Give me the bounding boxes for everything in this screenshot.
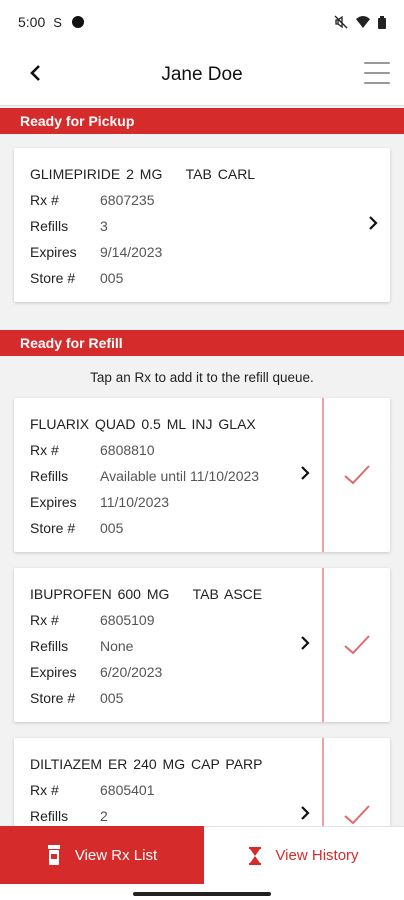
- view-history-label: View History: [275, 847, 359, 864]
- expires-value: 11/10/2023: [100, 494, 170, 510]
- menu-icon[interactable]: [364, 62, 390, 84]
- rx-number-row: Rx # 6805109: [30, 612, 155, 628]
- expires-value: 6/20/2023: [100, 664, 163, 680]
- expires-label: Expires: [30, 494, 77, 510]
- refills-value: None: [100, 638, 134, 654]
- expires-row: Expires 6/20/2023: [30, 664, 162, 680]
- refills-label: Refills: [30, 638, 69, 654]
- rx-content[interactable]: Ready for Pickup GLIMEPIRIDE 2 MG TAB CA…: [0, 108, 404, 826]
- store-label: Store #: [30, 270, 76, 286]
- chevron-right-icon[interactable]: [366, 216, 380, 230]
- battery-icon: [378, 15, 386, 29]
- camera-dot-icon: [71, 16, 84, 28]
- store-value: 005: [100, 270, 124, 286]
- refills-label: Refills: [30, 218, 69, 234]
- refill-card[interactable]: IBUPROFEN 600 MG TAB ASCE Rx # 6805109 Re…: [14, 568, 390, 722]
- refills-label: Refills: [30, 808, 69, 824]
- refills-value: 2: [100, 808, 108, 824]
- back-button[interactable]: [20, 58, 50, 88]
- rx-number-row: Rx # 6807235: [30, 192, 155, 208]
- rx-label: Rx #: [30, 612, 59, 628]
- expires-label: Expires: [30, 244, 77, 260]
- store-label: Store #: [30, 690, 76, 706]
- pill-bottle-icon: [47, 845, 60, 865]
- refills-label: Refills: [30, 468, 69, 484]
- rx-number-row: Rx # 6808810: [30, 442, 155, 458]
- store-value: 005: [100, 520, 124, 536]
- refills-row: Refills Available until 11/10/2023: [30, 468, 259, 484]
- rx-number: 6808810: [100, 442, 155, 458]
- chevron-right-icon[interactable]: [298, 806, 312, 820]
- rx-name: DILTIAZEM ER 240 MG CAP PARP: [30, 756, 263, 772]
- chevron-right-icon[interactable]: [298, 466, 312, 480]
- store-row: Store # 005: [30, 690, 123, 706]
- refills-row: Refills 3: [30, 218, 108, 234]
- expires-label: Expires: [30, 664, 77, 680]
- status-icons: [334, 15, 386, 29]
- refill-section-header: Ready for Refill: [0, 330, 404, 356]
- rx-number: 6805401: [100, 782, 155, 798]
- refills-row: Refills None: [30, 638, 133, 654]
- rx-label: Rx #: [30, 782, 59, 798]
- home-handle[interactable]: [133, 892, 271, 896]
- status-bar: 5:00 S: [0, 0, 404, 44]
- check-icon: [344, 635, 370, 655]
- app-bar: Jane Doe: [0, 44, 404, 106]
- expires-row: Expires 9/14/2023: [30, 244, 162, 260]
- chevron-left-icon: [30, 65, 40, 81]
- status-time: 5:00: [18, 14, 46, 30]
- rx-name: IBUPROFEN 600 MG TAB ASCE: [30, 586, 263, 602]
- refill-hint: Tap an Rx to add it to the refill queue.: [90, 370, 314, 385]
- bottom-nav: View Rx List View History: [0, 826, 404, 884]
- pickup-section-header: Ready for Pickup: [0, 108, 404, 134]
- rx-number-row: Rx # 6805401: [30, 782, 155, 798]
- rx-number: 6807235: [100, 192, 155, 208]
- view-rx-list-button[interactable]: View Rx List: [0, 826, 204, 884]
- refill-card[interactable]: FLUARIX QUAD 0.5 ML INJ GLAX Rx # 6808810…: [14, 398, 390, 552]
- rx-number: 6805109: [100, 612, 155, 628]
- add-to-queue-toggle[interactable]: [322, 738, 390, 826]
- mute-icon: [334, 15, 348, 29]
- refills-row: Refills 2: [30, 808, 108, 824]
- rx-label: Rx #: [30, 192, 59, 208]
- view-rx-list-label: View Rx List: [74, 846, 158, 864]
- store-label: Store #: [30, 520, 76, 536]
- store-value: 005: [100, 690, 124, 706]
- system-nav-bar: [0, 884, 404, 900]
- view-history-button[interactable]: View History: [204, 826, 404, 884]
- expires-value: 9/14/2023: [100, 244, 163, 260]
- page-title: Jane Doe: [161, 63, 243, 85]
- refill-card[interactable]: DILTIAZEM ER 240 MG CAP PARP Rx # 6805401…: [14, 738, 390, 826]
- check-icon: [344, 465, 370, 485]
- add-to-queue-toggle[interactable]: [322, 568, 390, 722]
- rx-name: FLUARIX QUAD 0.5 ML INJ GLAX: [30, 416, 256, 432]
- wifi-icon: [356, 16, 370, 28]
- check-icon: [344, 805, 370, 825]
- chevron-right-icon[interactable]: [298, 636, 312, 650]
- add-to-queue-toggle[interactable]: [322, 398, 390, 552]
- rx-name: GLIMEPIRIDE 2 MG TAB CARL: [30, 166, 256, 182]
- sim-icon: S: [53, 14, 62, 30]
- store-row: Store # 005: [30, 520, 123, 536]
- refills-value: Available until 11/10/2023: [100, 468, 260, 484]
- expires-row: Expires 11/10/2023: [30, 494, 169, 510]
- pickup-card[interactable]: GLIMEPIRIDE 2 MG TAB CARL Rx # 6807235 Re…: [14, 148, 390, 302]
- refills-value: 3: [100, 218, 108, 234]
- hourglass-icon: [249, 846, 262, 865]
- store-row: Store # 005: [30, 270, 123, 286]
- rx-label: Rx #: [30, 442, 59, 458]
